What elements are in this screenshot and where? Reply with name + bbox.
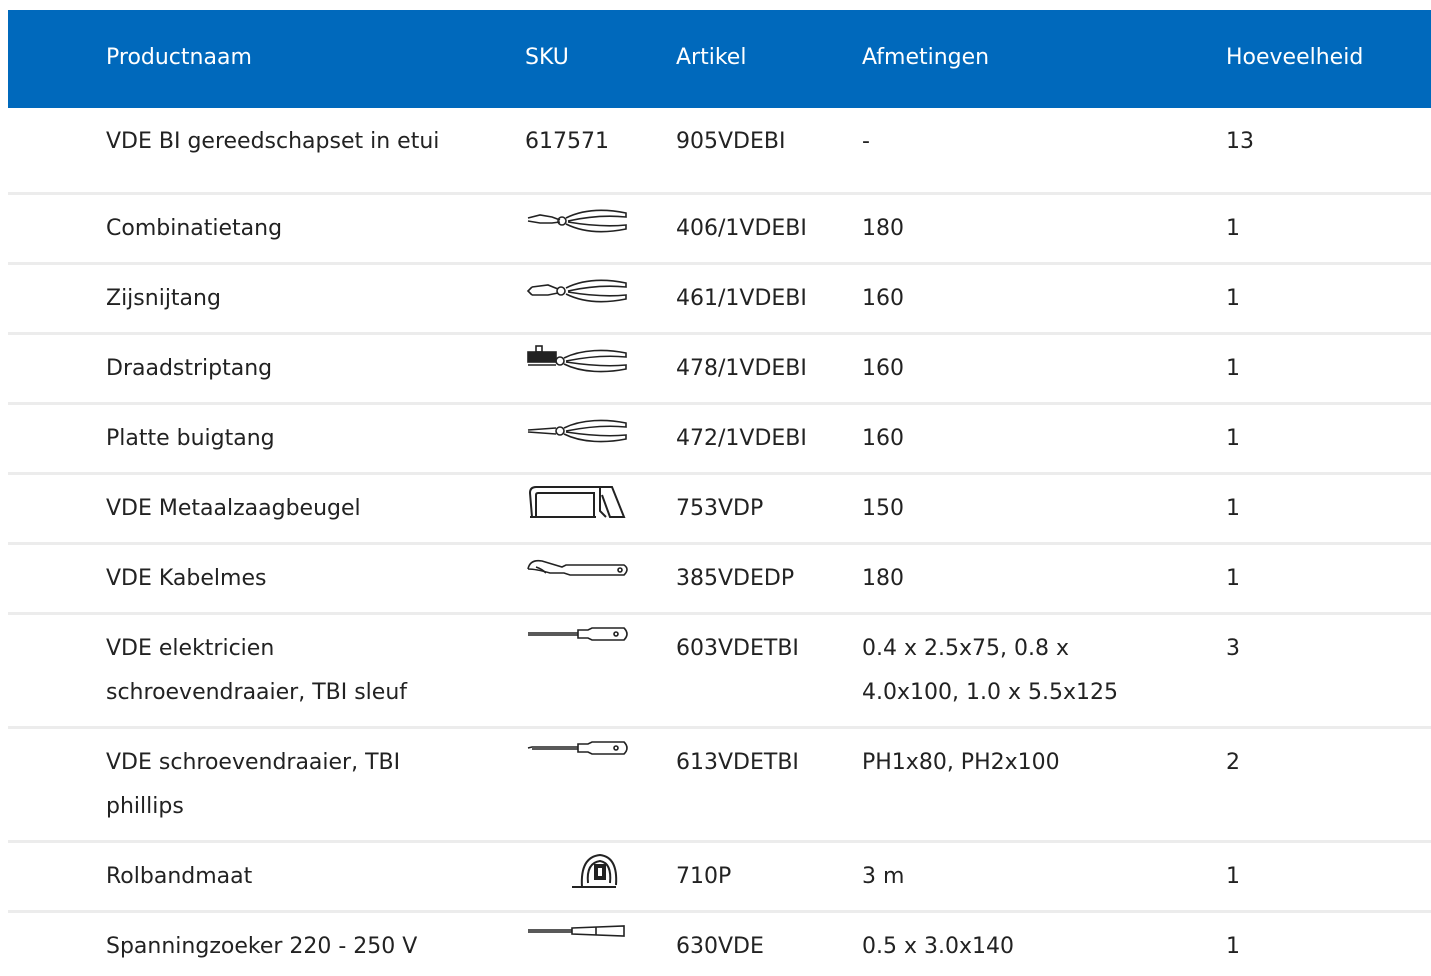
dimensions: 0.5 x 3.0x140	[862, 934, 1014, 959]
table-header: Productnaam SKU Artikel Afmetingen Hoeve…	[8, 10, 1431, 108]
quantity: 1	[1226, 216, 1240, 241]
product-name-line-2: phillips	[106, 794, 184, 819]
article-number: 603VDETBI	[676, 636, 799, 661]
product-name: Rolbandmaat	[106, 864, 253, 889]
side-cutter-icon	[526, 275, 630, 307]
product-name: VDE Kabelmes	[106, 566, 267, 591]
sku-value: 617571	[525, 129, 609, 154]
dimensions-line-2: 4.0x100, 1.0 x 5.5x125	[862, 680, 1118, 705]
quantity: 3	[1226, 636, 1240, 661]
quantity: 1	[1226, 426, 1240, 451]
table-row: VDE schroevendraaier, TBI phillips 613VD…	[8, 729, 1431, 843]
table-row: Combinatietang 406/1VDEBI 180 1	[8, 195, 1431, 265]
article-number: 461/1VDEBI	[676, 286, 807, 311]
header-afmetingen[interactable]: Afmetingen	[862, 44, 989, 72]
product-name: Combinatietang	[106, 216, 283, 241]
product-name-line-2: schroevendraaier, TBI sleuf	[106, 680, 408, 705]
dimensions: 160	[862, 426, 904, 451]
quantity: 2	[1226, 750, 1240, 775]
product-name: Draadstriptang	[106, 356, 273, 381]
product-name-line-1: VDE schroevendraaier, TBI	[106, 750, 401, 775]
article-number: 406/1VDEBI	[676, 216, 807, 241]
dimensions: 150	[862, 496, 904, 521]
hacksaw-icon	[526, 483, 630, 521]
voltage-tester-icon	[526, 923, 630, 939]
quantity: 1	[1226, 934, 1240, 959]
product-name: VDE BI gereedschapset in etui	[106, 129, 440, 154]
table-row: Zijsnijtang 461/1VDEBI 160 1	[8, 265, 1431, 335]
dimensions-line-1: 0.4 x 2.5x75, 0.8 x	[862, 636, 1069, 661]
product-name: VDE Metaalzaagbeugel	[106, 496, 361, 521]
article-number: 753VDP	[676, 496, 764, 521]
article-number: 472/1VDEBI	[676, 426, 807, 451]
combination-pliers-icon	[526, 205, 630, 237]
tape-measure-icon	[568, 851, 622, 891]
quantity: 1	[1226, 566, 1240, 591]
dimensions: 160	[862, 286, 904, 311]
article-number: 630VDE	[676, 934, 764, 959]
dimensions: 160	[862, 356, 904, 381]
quantity: 13	[1226, 129, 1254, 154]
flat-nose-pliers-icon	[526, 415, 630, 447]
header-productnaam[interactable]: Productnaam	[106, 44, 252, 72]
header-sku[interactable]: SKU	[525, 44, 569, 72]
article-number: 385VDEDP	[676, 566, 795, 591]
quantity: 1	[1226, 286, 1240, 311]
wire-stripper-icon	[526, 343, 630, 377]
table-row: Draadstriptang 478/1VDEBI 160 1	[8, 335, 1431, 405]
table-row: VDE Kabelmes 385VDEDP 180 1	[8, 545, 1431, 615]
product-name: Platte buigtang	[106, 426, 275, 451]
dimensions: PH1x80, PH2x100	[862, 750, 1060, 775]
dimensions: 3 m	[862, 864, 905, 889]
article-number: 613VDETBI	[676, 750, 799, 775]
quantity: 1	[1226, 864, 1240, 889]
dimensions: 180	[862, 216, 904, 241]
table-row: VDE elektricien schroevendraaier, TBI sl…	[8, 615, 1431, 729]
article-number: 905VDEBI	[676, 129, 786, 154]
table-row: VDE Metaalzaagbeugel 753VDP 150 1	[8, 475, 1431, 545]
table-row: Spanningzoeker 220 - 250 V 630VDE 0.5 x …	[8, 913, 1431, 969]
product-name-line-1: VDE elektricien	[106, 636, 275, 661]
quantity: 1	[1226, 356, 1240, 381]
product-name: Zijsnijtang	[106, 286, 221, 311]
table-row: Platte buigtang 472/1VDEBI 160 1	[8, 405, 1431, 475]
table-row: VDE BI gereedschapset in etui 617571 905…	[8, 108, 1431, 195]
article-number: 710P	[676, 864, 732, 889]
table-row: Rolbandmaat 710P 3 m 1	[8, 843, 1431, 913]
dimensions: -	[862, 129, 870, 154]
slotted-screwdriver-icon	[526, 625, 630, 643]
product-table: Productnaam SKU Artikel Afmetingen Hoeve…	[8, 10, 1431, 969]
header-hoeveelheid[interactable]: Hoeveelheid	[1226, 44, 1363, 72]
header-artikel[interactable]: Artikel	[676, 44, 746, 72]
dimensions: 180	[862, 566, 904, 591]
article-number: 478/1VDEBI	[676, 356, 807, 381]
cable-knife-icon	[526, 555, 630, 581]
quantity: 1	[1226, 496, 1240, 521]
phillips-screwdriver-icon	[526, 739, 630, 757]
product-name: Spanningzoeker 220 - 250 V	[106, 934, 418, 959]
